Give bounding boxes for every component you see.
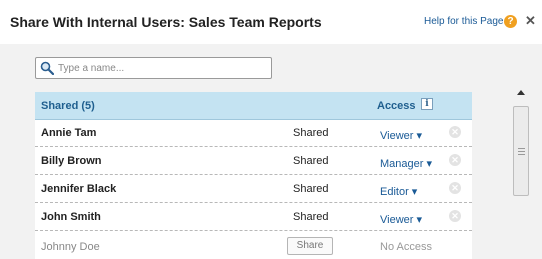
remove-icon[interactable]: ✕ (449, 182, 461, 194)
grip-line (518, 151, 525, 152)
dialog-header: Share With Internal Users: Sales Team Re… (0, 0, 542, 44)
share-status: Shared (293, 127, 329, 139)
shared-column-header[interactable]: Shared (5) (41, 100, 95, 112)
remove-icon[interactable]: ✕ (449, 126, 461, 138)
table-row: Jennifer Black Shared Editor ▾ ✕ (35, 176, 472, 203)
share-status: Shared (293, 211, 329, 223)
user-name: Johnny Doe (41, 241, 100, 253)
share-status: Shared (293, 183, 329, 195)
access-level-dropdown[interactable]: Viewer ▾ (380, 213, 422, 226)
table-row: Johnny Doe Share No Access (35, 232, 472, 259)
remove-icon[interactable]: ✕ (449, 210, 461, 222)
table-row: Billy Brown Shared Manager ▾ ✕ (35, 148, 472, 175)
access-level-dropdown[interactable]: Viewer ▾ (380, 129, 422, 142)
table-header: Shared (5) Access i (35, 92, 472, 120)
remove-icon[interactable]: ✕ (449, 154, 461, 166)
search-icon (40, 61, 54, 75)
access-column-header: Access (377, 100, 416, 112)
user-name: Billy Brown (41, 155, 102, 167)
user-name: John Smith (41, 211, 101, 223)
share-button[interactable]: Share (287, 237, 333, 255)
info-icon[interactable]: i (421, 98, 433, 110)
user-name: Annie Tam (41, 127, 97, 139)
access-level-label: No Access (380, 241, 432, 253)
scroll-thumb[interactable] (513, 106, 529, 196)
search-box[interactable] (35, 57, 272, 79)
access-level-dropdown[interactable]: Editor ▾ (380, 185, 417, 198)
user-name: Jennifer Black (41, 183, 117, 195)
grip-line (518, 154, 525, 155)
help-link[interactable]: Help for this Page (424, 16, 504, 27)
close-icon[interactable]: ✕ (525, 13, 536, 29)
grip-line (518, 148, 525, 149)
scrollbar[interactable] (512, 86, 531, 259)
question-icon[interactable]: ? (504, 15, 517, 28)
dialog-title: Share With Internal Users: Sales Team Re… (10, 14, 322, 30)
search-input[interactable] (58, 60, 268, 76)
sharing-table: Shared (5) Access i Annie Tam Shared Vie… (35, 92, 472, 259)
table-row: Annie Tam Shared Viewer ▾ ✕ (35, 120, 472, 147)
table-row: John Smith Shared Viewer ▾ ✕ (35, 204, 472, 231)
access-level-dropdown[interactable]: Manager ▾ (380, 157, 432, 170)
share-status: Shared (293, 155, 329, 167)
scroll-up-arrow-icon[interactable] (517, 90, 525, 95)
